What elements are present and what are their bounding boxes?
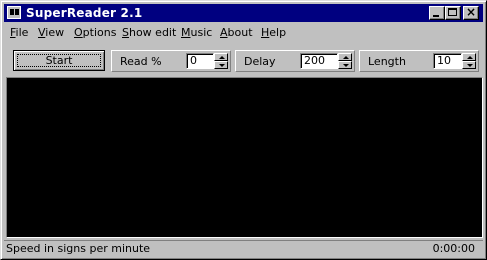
status-bar: Speed in signs per minute 0:00:00 (4, 240, 483, 257)
app-window: SuperReader 2.1 × File View Options Show… (0, 0, 487, 260)
menu-bar: File View Options Show edit Music About … (4, 23, 483, 41)
maximize-icon (448, 8, 457, 16)
read-percent-group: Read % 0 (111, 50, 231, 72)
maximize-button[interactable] (445, 6, 461, 20)
menu-about[interactable]: About (220, 26, 253, 39)
start-button[interactable]: Start (13, 50, 105, 71)
reading-display (6, 77, 483, 238)
status-text: Speed in signs per minute (6, 242, 151, 255)
menu-show-edit[interactable]: Show edit (122, 26, 176, 39)
length-spinner[interactable] (462, 53, 476, 69)
minimize-button[interactable] (429, 6, 445, 20)
close-button[interactable]: × (463, 5, 479, 20)
length-input[interactable]: 10 (433, 53, 462, 69)
menu-help[interactable]: Help (261, 26, 286, 39)
spin-up-icon[interactable] (462, 53, 476, 61)
spin-down-icon[interactable] (462, 61, 476, 69)
menu-file[interactable]: File (10, 26, 28, 39)
length-group: Length 10 (359, 50, 479, 72)
delay-group: Delay 200 (235, 50, 355, 72)
elapsed-time: 0:00:00 (432, 242, 475, 255)
spin-down-icon[interactable] (338, 61, 352, 69)
minimize-icon (433, 15, 439, 17)
menu-music[interactable]: Music (181, 26, 212, 39)
spin-down-icon[interactable] (214, 61, 228, 69)
read-percent-spinner[interactable] (214, 53, 228, 69)
delay-spinner[interactable] (338, 53, 352, 69)
title-bar[interactable]: SuperReader 2.1 × (4, 4, 483, 22)
close-icon: × (465, 5, 477, 19)
spin-up-icon[interactable] (338, 53, 352, 61)
delay-input[interactable]: 200 (300, 53, 338, 69)
toolbar: Start Read % 0 Delay 200 Length 10 (4, 45, 483, 75)
spin-up-icon[interactable] (214, 53, 228, 61)
menu-options[interactable]: Options (74, 26, 116, 39)
window-title: SuperReader 2.1 (26, 6, 143, 20)
book-icon[interactable] (7, 6, 21, 19)
delay-label: Delay (244, 55, 276, 68)
read-percent-label: Read % (120, 55, 162, 68)
menu-view[interactable]: View (38, 26, 64, 39)
read-percent-input[interactable]: 0 (186, 53, 214, 69)
length-label: Length (368, 55, 406, 68)
